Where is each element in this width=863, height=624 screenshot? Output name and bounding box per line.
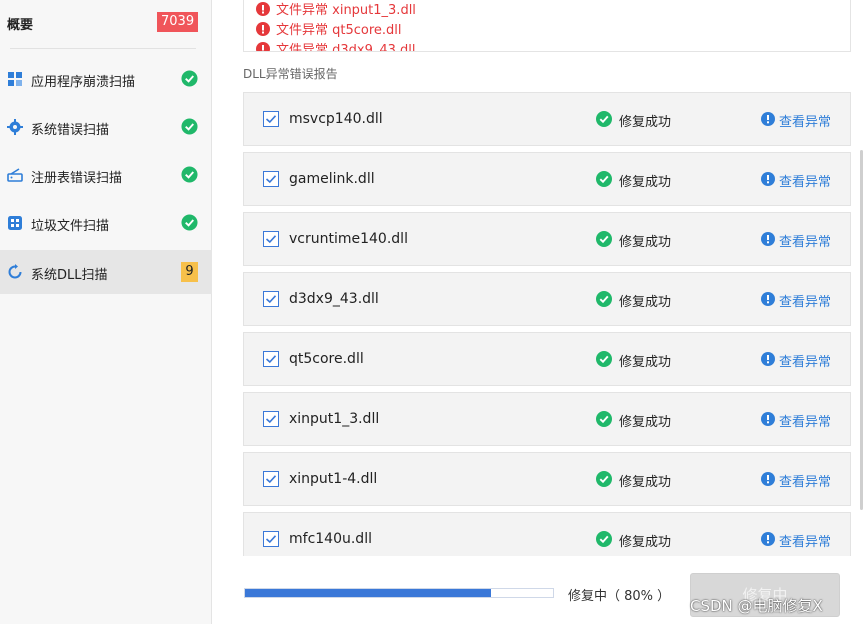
check-circle-icon xyxy=(181,166,198,183)
sidebar-item-junk-file-scan[interactable]: 垃圾文件扫描 xyxy=(0,201,212,245)
dll-filename: qt5core.dll xyxy=(289,351,364,367)
repair-status: 修复成功 xyxy=(619,415,672,430)
list-item: qt5core.dll 修复成功 查看异常 xyxy=(243,332,851,386)
check-circle-icon xyxy=(596,351,612,367)
view-exception-link[interactable]: 查看异常 xyxy=(779,411,831,430)
view-exception-link[interactable]: 查看异常 xyxy=(779,231,831,250)
sidebar-item-label: 注册表错误扫描 xyxy=(31,171,123,186)
repair-status: 修复成功 xyxy=(619,115,672,130)
info-icon xyxy=(761,112,775,126)
view-exception-link[interactable]: 查看异常 xyxy=(779,471,831,490)
repair-status: 修复成功 xyxy=(619,475,672,490)
check-circle-icon xyxy=(596,531,612,547)
dll-filename: vcruntime140.dll xyxy=(289,231,408,247)
check-circle-icon xyxy=(596,291,612,307)
divider xyxy=(10,48,196,49)
watermark: CSDN @电脑修复X xyxy=(690,597,823,615)
error-icon xyxy=(256,2,270,16)
dll-filename: msvcp140.dll xyxy=(289,111,383,127)
check-circle-icon xyxy=(596,111,612,127)
sidebar-item-label: 系统错误扫描 xyxy=(31,123,110,138)
list-item: d3dx9_43.dll 修复成功 查看异常 xyxy=(243,272,851,326)
list-item: msvcp140.dll 修复成功 查看异常 xyxy=(243,92,851,146)
pending-count-badge: 9 xyxy=(181,262,198,282)
overview-title: 概要 xyxy=(7,18,34,33)
log-text: 文件异常 d3dx9_43.dll xyxy=(276,43,416,52)
info-icon xyxy=(761,532,775,546)
checkbox[interactable] xyxy=(263,411,279,427)
sidebar-item-label: 应用程序崩溃扫描 xyxy=(31,75,136,90)
list-item: mfc140u.dll 修复成功 查看异常 xyxy=(243,512,851,556)
sidebar-item-system-error-scan[interactable]: 系统错误扫描 xyxy=(0,105,212,149)
checkbox[interactable] xyxy=(263,111,279,127)
repair-status: 修复成功 xyxy=(619,175,672,190)
scan-log[interactable]: 文件异常 xinput1_3.dll 文件异常 qt5core.dll 文件异常… xyxy=(243,0,851,52)
checkbox[interactable] xyxy=(263,291,279,307)
info-icon xyxy=(761,172,775,186)
dll-filename: d3dx9_43.dll xyxy=(289,291,379,307)
dll-filename: xinput1-4.dll xyxy=(289,471,378,487)
log-text: 文件异常 qt5core.dll xyxy=(276,23,402,38)
info-icon xyxy=(761,352,775,366)
repair-status: 修复成功 xyxy=(619,235,672,250)
sidebar-item-label: 垃圾文件扫描 xyxy=(31,219,110,234)
gear-icon xyxy=(7,119,23,135)
dll-report-list[interactable]: msvcp140.dll 修复成功 查看异常 gamelink.dll 修复成功… xyxy=(243,92,851,556)
sidebar-item-system-dll-scan[interactable]: 系统DLL扫描 9 xyxy=(0,250,212,294)
dll-filename: mfc140u.dll xyxy=(289,531,372,547)
info-icon xyxy=(761,292,775,306)
checkbox[interactable] xyxy=(263,471,279,487)
list-item: xinput1-4.dll 修复成功 查看异常 xyxy=(243,452,851,506)
check-circle-icon xyxy=(596,471,612,487)
list-item: xinput1_3.dll 修复成功 查看异常 xyxy=(243,392,851,446)
checkbox[interactable] xyxy=(263,171,279,187)
router-icon xyxy=(7,168,23,182)
progress-fill xyxy=(245,589,492,597)
info-icon xyxy=(761,232,775,246)
refresh-icon xyxy=(8,264,22,279)
info-icon xyxy=(761,472,775,486)
sidebar-item-registry-error-scan[interactable]: 注册表错误扫描 xyxy=(0,153,212,197)
log-line: 文件异常 qt5core.dll xyxy=(256,19,402,39)
view-exception-link[interactable]: 查看异常 xyxy=(779,531,831,550)
check-circle-icon xyxy=(181,70,198,87)
grid-icon xyxy=(8,72,22,86)
repair-status: 修复成功 xyxy=(619,535,672,550)
dll-filename: gamelink.dll xyxy=(289,171,375,187)
report-title: DLL异常错误报告 xyxy=(243,67,338,81)
checkbox[interactable] xyxy=(263,351,279,367)
check-circle-icon xyxy=(596,171,612,187)
overview-count-badge: 7039 xyxy=(157,12,199,32)
view-exception-link[interactable]: 查看异常 xyxy=(779,111,831,130)
repair-progress-bar xyxy=(244,588,554,598)
sidebar: 概要 7039 应用程序崩溃扫描 系统错误扫描 注册表错误扫描 垃圾文件扫描 系… xyxy=(0,0,212,624)
sidebar-item-app-crash-scan[interactable]: 应用程序崩溃扫描 xyxy=(0,57,212,101)
checkbox[interactable] xyxy=(263,531,279,547)
log-text: 文件异常 xinput1_3.dll xyxy=(276,3,416,18)
view-exception-link[interactable]: 查看异常 xyxy=(779,351,831,370)
progress-status-text: 修复中（ 80% ） xyxy=(568,589,671,604)
check-circle-icon xyxy=(181,214,198,231)
repair-status: 修复成功 xyxy=(619,355,672,370)
log-line: 文件异常 d3dx9_43.dll xyxy=(256,39,416,52)
sidebar-overview[interactable]: 概要 7039 xyxy=(0,0,212,48)
error-icon xyxy=(256,22,270,36)
view-exception-link[interactable]: 查看异常 xyxy=(779,291,831,310)
list-item: vcruntime140.dll 修复成功 查看异常 xyxy=(243,212,851,266)
error-icon xyxy=(256,42,270,51)
check-circle-icon xyxy=(181,118,198,135)
info-icon xyxy=(761,412,775,426)
repair-status: 修复成功 xyxy=(619,295,672,310)
sidebar-item-label: 系统DLL扫描 xyxy=(31,268,108,283)
log-line: 文件异常 xinput1_3.dll xyxy=(256,0,416,19)
view-exception-link[interactable]: 查看异常 xyxy=(779,171,831,190)
dll-filename: xinput1_3.dll xyxy=(289,411,380,427)
apps-icon xyxy=(8,216,22,230)
checkbox[interactable] xyxy=(263,231,279,247)
check-circle-icon xyxy=(596,231,612,247)
check-circle-icon xyxy=(596,411,612,427)
list-item: gamelink.dll 修复成功 查看异常 xyxy=(243,152,851,206)
